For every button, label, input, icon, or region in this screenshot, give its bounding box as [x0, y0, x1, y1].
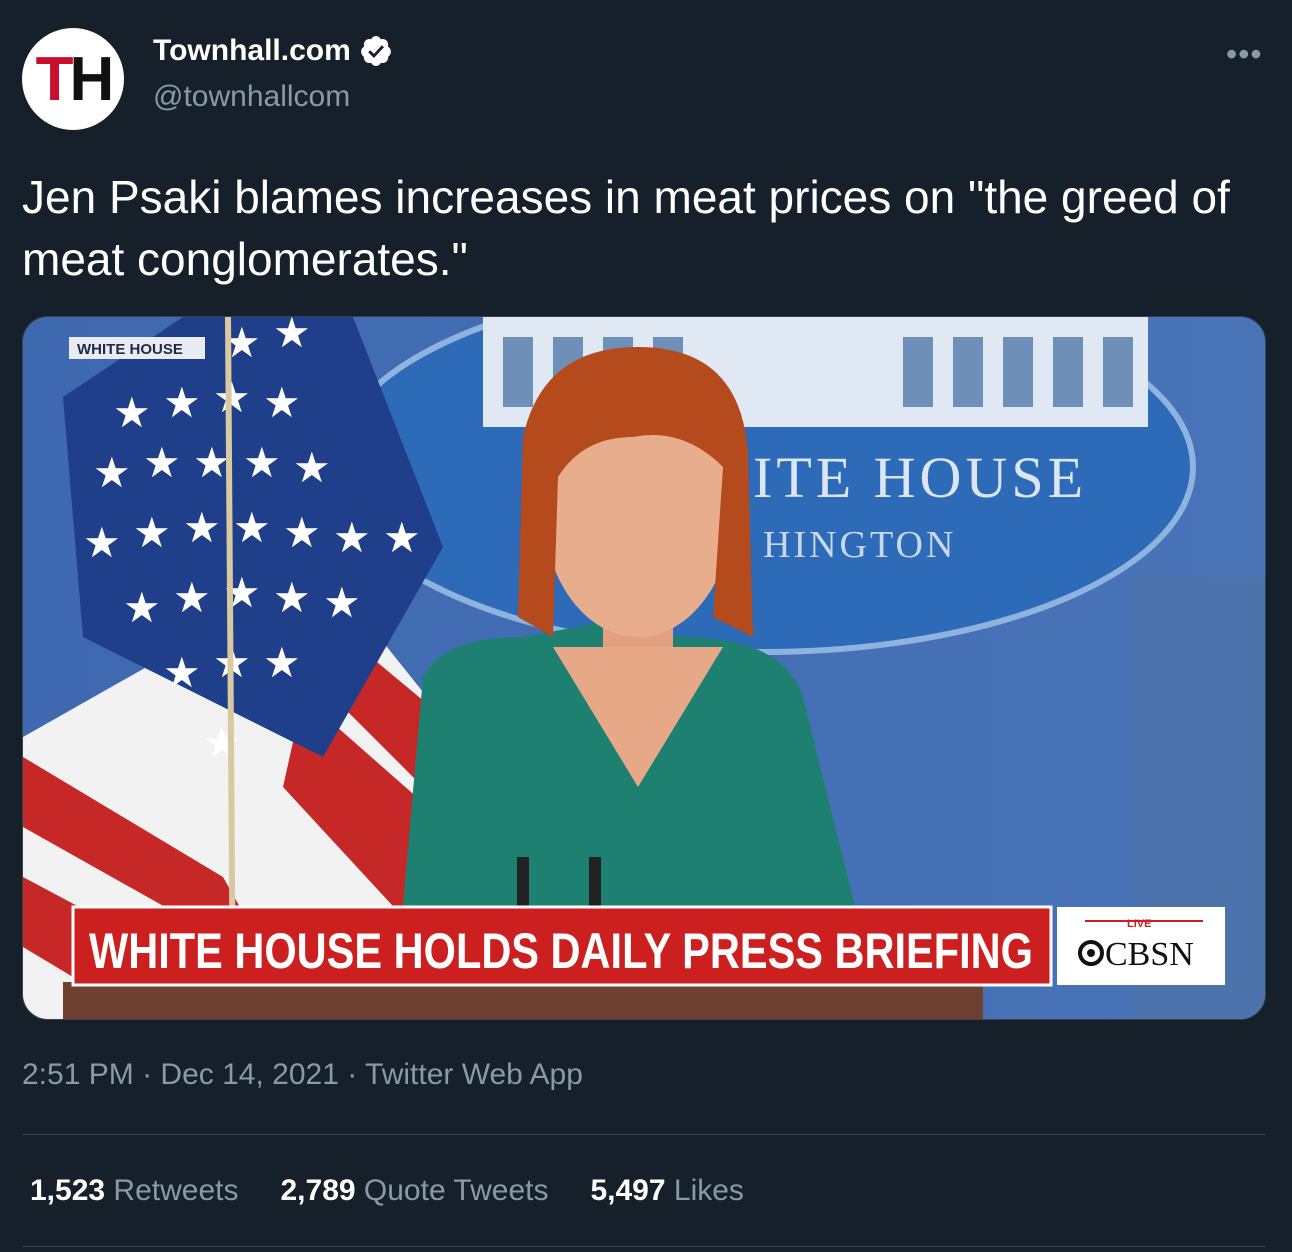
- svg-text:★: ★: [263, 378, 301, 427]
- quote-tweets-count: 2,789: [280, 1174, 356, 1207]
- live-label: LIVE: [1127, 918, 1151, 930]
- svg-text:★: ★: [213, 373, 251, 422]
- verified-badge-icon: [360, 36, 391, 66]
- meta-separator: ·: [347, 1058, 358, 1091]
- svg-text:★: ★: [113, 388, 151, 437]
- lower-third-headline: WHITE HOUSE HOLDS DAILY PRESS BRIEFING: [89, 923, 1033, 979]
- svg-text:★: ★: [383, 513, 421, 562]
- avatar[interactable]: TH: [22, 28, 124, 130]
- more-options-icon[interactable]: •••: [1226, 36, 1263, 73]
- divider: [22, 1134, 1266, 1135]
- svg-text:★: ★: [333, 513, 371, 562]
- svg-text:★: ★: [263, 638, 301, 687]
- likes-label: Likes: [673, 1174, 744, 1207]
- tweet-text: Jen Psaki blames increases in meat price…: [22, 171, 1230, 285]
- retweets-label: Retweets: [113, 1174, 239, 1207]
- tweet-time[interactable]: 2:51 PM: [22, 1058, 134, 1091]
- svg-text:★: ★: [283, 508, 321, 557]
- svg-text:★: ★: [163, 648, 201, 697]
- svg-text:★: ★: [243, 438, 281, 487]
- svg-text:★: ★: [143, 438, 181, 487]
- press-briefing-image: ITE HOUSE HINGTON ★ ★ ★ ★ ★ ★ ★ ★ ★ ★ ★ ★ ★ ★ ★ ★ ★ ★ ★…: [23, 317, 1265, 1019]
- divider: [22, 1246, 1266, 1247]
- retweets-stat[interactable]: 1,523 Retweets: [30, 1174, 238, 1208]
- seal-line1: ITE HOUSE: [753, 445, 1087, 510]
- corner-label: WHITE HOUSE: [77, 341, 183, 358]
- tweet-media[interactable]: ITE HOUSE HINGTON ★ ★ ★ ★ ★ ★ ★ ★ ★ ★ ★ ★ ★ ★ ★ ★ ★ ★ ★…: [22, 316, 1266, 1020]
- likes-stat[interactable]: 5,497 Likes: [590, 1174, 743, 1208]
- svg-text:★: ★: [203, 718, 241, 767]
- svg-text:★: ★: [183, 503, 221, 552]
- quote-tweets-label: Quote Tweets: [363, 1174, 549, 1207]
- svg-text:★: ★: [173, 573, 211, 622]
- meta-separator: ·: [142, 1058, 153, 1091]
- seal-line2: HINGTON: [763, 524, 956, 566]
- display-name[interactable]: Townhall.com: [153, 34, 351, 68]
- tweet-date[interactable]: Dec 14, 2021: [160, 1058, 338, 1091]
- svg-text:★: ★: [293, 443, 331, 492]
- svg-text:★: ★: [273, 573, 311, 622]
- network-name: CBSN: [1105, 936, 1194, 973]
- svg-text:★: ★: [133, 508, 171, 557]
- avatar-letter-t: T: [35, 44, 74, 114]
- handle[interactable]: @townhallcom: [153, 80, 350, 114]
- likes-count: 5,497: [590, 1174, 666, 1207]
- avatar-letter-h: H: [69, 44, 115, 114]
- tweet-source[interactable]: Twitter Web App: [365, 1058, 583, 1091]
- svg-text:★: ★: [83, 518, 121, 567]
- svg-text:★: ★: [193, 438, 231, 487]
- name-row: Townhall.com: [153, 34, 393, 68]
- svg-text:★: ★: [163, 378, 201, 427]
- svg-text:★: ★: [323, 578, 361, 627]
- engagement-stats: 1,523 Retweets 2,789 Quote Tweets 5,497 …: [30, 1174, 744, 1208]
- svg-text:★: ★: [93, 448, 131, 497]
- quote-tweets-stat[interactable]: 2,789 Quote Tweets: [280, 1174, 548, 1208]
- tweet-meta: 2:51 PM · Dec 14, 2021 · Twitter Web App: [22, 1058, 583, 1092]
- svg-text:★: ★: [273, 317, 311, 357]
- svg-text:★: ★: [123, 583, 161, 632]
- svg-text:★: ★: [233, 503, 271, 552]
- retweets-count: 1,523: [30, 1174, 106, 1207]
